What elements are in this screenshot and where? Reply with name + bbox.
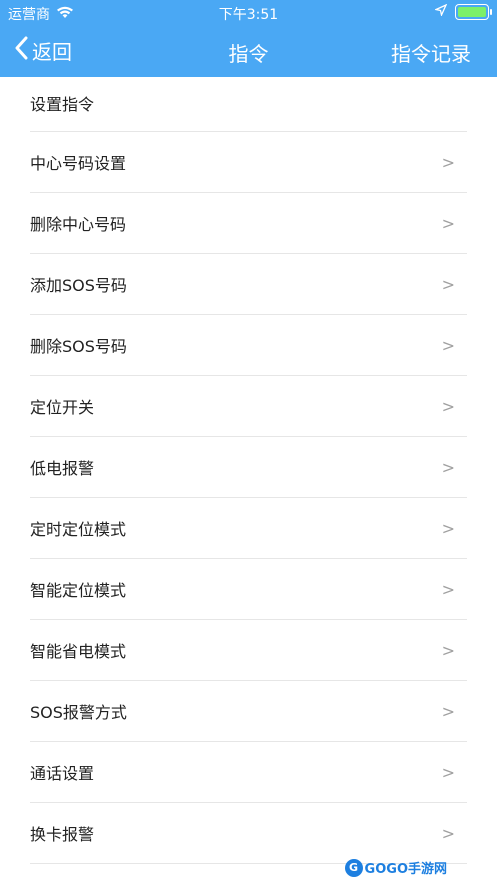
list-item-call-settings[interactable]: 通话设置 > <box>30 742 467 803</box>
chevron-right-icon: > <box>441 579 455 599</box>
battery-fill <box>458 7 486 17</box>
list-item-smart-location-mode[interactable]: 智能定位模式 > <box>30 559 467 620</box>
section-title: 设置指令 <box>30 77 467 132</box>
list-item-label: 智能省电模式 <box>30 642 127 661</box>
chevron-right-icon: > <box>441 152 455 172</box>
list-item-label: 智能定位模式 <box>30 581 127 600</box>
list-item-label: 通话设置 <box>30 764 95 783</box>
list-item-location-switch[interactable]: 定位开关 > <box>30 376 467 437</box>
chevron-right-icon: > <box>441 762 455 782</box>
list-item-label: 添加SOS号码 <box>30 276 127 295</box>
command-history-button[interactable]: 指令记录 <box>391 38 471 67</box>
status-right <box>433 3 492 20</box>
list-item-low-battery-alarm[interactable]: 低电报警 > <box>30 437 467 498</box>
command-list: 设置指令 中心号码设置 > 删除中心号码 > 添加SOS号码 > 删除SOS号码… <box>30 77 467 864</box>
list-item-label: 换卡报警 <box>30 825 95 844</box>
list-item-label: 定时定位模式 <box>30 520 127 539</box>
status-time: 下午3:51 <box>218 7 279 23</box>
list-item-smart-power-saving-mode[interactable]: 智能省电模式 > <box>30 620 467 681</box>
list-item-label: 删除SOS号码 <box>30 337 127 356</box>
list-item-add-sos-number[interactable]: 添加SOS号码 > <box>30 254 467 315</box>
list-item-label: SOS报警方式 <box>30 703 127 722</box>
battery-icon <box>455 4 492 20</box>
header: 运营商 下午3:51 返回 指令 指令记录 <box>0 0 497 77</box>
watermark-logo-icon: G <box>344 858 363 877</box>
chevron-right-icon: > <box>441 396 455 416</box>
chevron-right-icon: > <box>441 823 455 843</box>
watermark-text: GOGO手游网 <box>364 862 447 877</box>
watermark: G GOGO手游网 <box>344 858 447 877</box>
list-item-sim-change-alarm[interactable]: 换卡报警 > <box>30 803 467 864</box>
list-item-label: 中心号码设置 <box>30 154 127 173</box>
chevron-right-icon: > <box>441 274 455 294</box>
list-item-label: 删除中心号码 <box>30 215 127 234</box>
list-item-sos-alarm-method[interactable]: SOS报警方式 > <box>30 681 467 742</box>
chevron-right-icon: > <box>441 701 455 721</box>
nav-bar: 返回 指令 指令记录 <box>0 26 497 77</box>
chevron-right-icon: > <box>441 335 455 355</box>
list-item-delete-sos-number[interactable]: 删除SOS号码 > <box>30 315 467 376</box>
list-item-label: 定位开关 <box>30 398 95 417</box>
list-item-center-number-settings[interactable]: 中心号码设置 > <box>30 132 467 193</box>
chevron-right-icon: > <box>441 640 455 660</box>
location-arrow-icon <box>433 3 448 20</box>
list-item-timed-location-mode[interactable]: 定时定位模式 > <box>30 498 467 559</box>
chevron-right-icon: > <box>441 518 455 538</box>
list-item-label: 低电报警 <box>30 459 95 478</box>
chevron-right-icon: > <box>441 457 455 477</box>
status-bar: 运营商 下午3:51 <box>0 0 497 26</box>
chevron-right-icon: > <box>441 213 455 233</box>
list-item-delete-center-number[interactable]: 删除中心号码 > <box>30 193 467 254</box>
